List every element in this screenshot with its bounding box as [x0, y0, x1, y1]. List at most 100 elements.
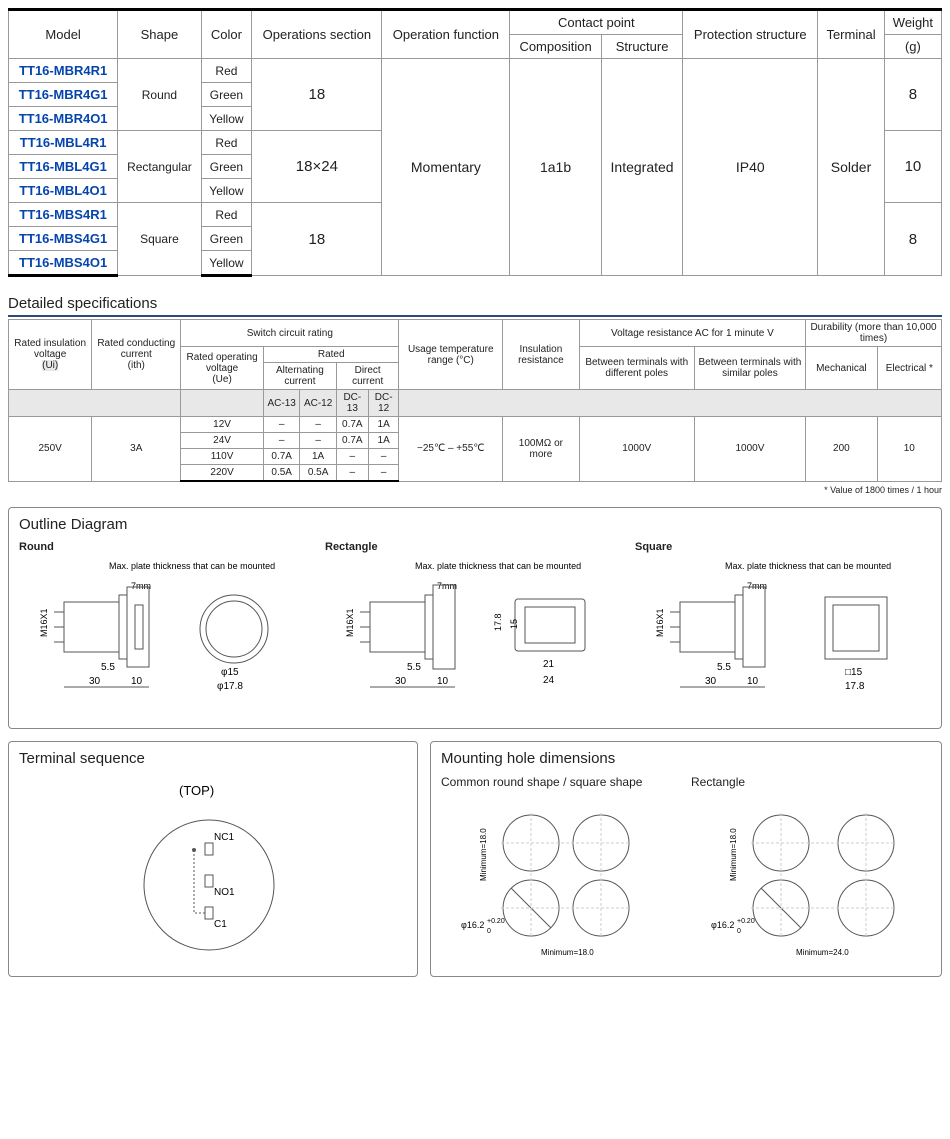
- svg-text:+0.20: +0.20: [487, 918, 505, 925]
- svg-text:□15: □15: [845, 667, 863, 678]
- svg-text:30: 30: [395, 676, 407, 687]
- cell-temp: −25℃ – +55℃: [399, 417, 503, 482]
- cell-op-function: Momentary: [382, 59, 510, 276]
- model-link[interactable]: TT16-MBL4R1: [20, 135, 107, 150]
- cell-ue: 12V: [181, 417, 264, 433]
- outline-round: Round Max. plate thickness that can be m…: [19, 541, 315, 720]
- svg-text:(TOP): (TOP): [179, 783, 214, 798]
- hdr-contact-point: Contact point: [510, 10, 683, 35]
- terminal-sequence-panel: Terminal sequence (TOP) NC1 NO1 C1: [8, 741, 418, 977]
- outline-rectangle: Rectangle Max. plate thickness that can …: [325, 541, 625, 720]
- hdr-dc12: DC-12: [368, 390, 399, 417]
- svg-text:M16X1: M16X1: [655, 608, 665, 637]
- svg-text:7mm: 7mm: [131, 581, 151, 591]
- outline-diagram-panel: Outline Diagram Round Max. plate thickne…: [8, 507, 942, 729]
- model-link[interactable]: TT16-MBL4G1: [19, 159, 106, 174]
- hdr-elec: Electrical *: [877, 347, 941, 390]
- cell-color: Green: [201, 155, 252, 179]
- terminal-title: Terminal sequence: [19, 750, 407, 767]
- svg-text:15: 15: [509, 619, 519, 629]
- hdr-ac12: AC-12: [300, 390, 336, 417]
- hdr-ui: Rated insulation voltage(Ui): [9, 320, 92, 390]
- svg-text:Minimum=18.0: Minimum=18.0: [541, 948, 594, 957]
- svg-text:5.5: 5.5: [407, 662, 421, 673]
- svg-text:17.8: 17.8: [845, 681, 865, 692]
- hdr-structure: Structure: [601, 35, 683, 59]
- svg-text:5.5: 5.5: [717, 662, 731, 673]
- svg-text:M16X1: M16X1: [39, 608, 49, 637]
- hdr-protection: Protection structure: [683, 10, 818, 59]
- hdr-mech: Mechanical: [806, 347, 878, 390]
- cell-terminal: Solder: [818, 59, 885, 276]
- svg-text:φ15: φ15: [221, 667, 239, 678]
- cell-weight: 10: [884, 131, 941, 203]
- cell-composition: 1a1b: [510, 59, 601, 276]
- hdr-color: Color: [201, 10, 252, 59]
- svg-text:Max. plate thickness that can: Max. plate thickness that can be mounted: [725, 561, 891, 571]
- cell-color: Yellow: [201, 107, 252, 131]
- svg-text:24: 24: [543, 675, 555, 686]
- hdr-sim-poles: Between terminals with similar poles: [694, 347, 805, 390]
- cell-color: Green: [201, 83, 252, 107]
- cell-ops: 18: [252, 203, 382, 276]
- svg-text:φ16.2: φ16.2: [461, 920, 484, 930]
- hdr-ops-section: Operations section: [252, 10, 382, 59]
- svg-text:NO1: NO1: [214, 887, 235, 898]
- hdr-ac13: AC-13: [263, 390, 299, 417]
- hdr-insul: Insulation resistance: [503, 320, 580, 390]
- svg-text:0: 0: [487, 928, 491, 935]
- svg-text:5.5: 5.5: [101, 662, 115, 673]
- cell-color: Red: [201, 131, 252, 155]
- hdr-terminal: Terminal: [818, 10, 885, 59]
- cell-shape: Rectangular: [118, 131, 201, 203]
- hdr-ith: Rated conducting current(ith): [92, 320, 181, 390]
- model-link[interactable]: TT16-MBS4G1: [19, 231, 107, 246]
- svg-text:7mm: 7mm: [747, 581, 767, 591]
- hdr-durability: Durability (more than 10,000 times): [806, 320, 942, 347]
- svg-text:+0.20: +0.20: [737, 918, 755, 925]
- svg-text:Minimum=24.0: Minimum=24.0: [796, 948, 849, 957]
- mounting-title: Mounting hole dimensions: [441, 750, 931, 767]
- svg-text:Minimum=18.0: Minimum=18.0: [479, 828, 488, 881]
- model-link[interactable]: TT16-MBR4G1: [19, 87, 108, 102]
- svg-text:7mm: 7mm: [437, 581, 457, 591]
- outline-square: Square Max. plate thickness that can be …: [635, 541, 931, 720]
- cell-ui: 250V: [9, 417, 92, 482]
- hdr-model: Model: [9, 10, 118, 59]
- svg-text:φ17.8: φ17.8: [217, 681, 243, 692]
- hdr-weight: Weight: [884, 10, 941, 35]
- cell-elec: 10: [877, 417, 941, 482]
- hdr-weight-unit: (g): [884, 35, 941, 59]
- terminal-drawing: (TOP) NC1 NO1 C1: [19, 775, 399, 965]
- mounting-panel: Mounting hole dimensions Common round sh…: [430, 741, 942, 977]
- svg-text:C1: C1: [214, 919, 227, 930]
- svg-text:0: 0: [737, 928, 741, 935]
- svg-text:10: 10: [747, 676, 759, 687]
- model-link[interactable]: TT16-MBL4O1: [19, 183, 106, 198]
- cell-ops: 18: [252, 59, 382, 131]
- model-link[interactable]: TT16-MBS4R1: [19, 207, 106, 222]
- model-link[interactable]: TT16-MBR4O1: [19, 111, 108, 126]
- model-link[interactable]: TT16-MBR4R1: [19, 63, 107, 78]
- cell-sim: 1000V: [694, 417, 805, 482]
- cell-color: Yellow: [201, 251, 252, 276]
- spec-table: Rated insulation voltage(Ui) Rated condu…: [8, 319, 942, 482]
- cell-color: Red: [201, 203, 252, 227]
- footnote: * Value of 1800 times / 1 hour: [8, 485, 942, 495]
- hdr-dc13: DC-13: [336, 390, 368, 417]
- rect-drawing: Max. plate thickness that can be mounted…: [325, 557, 625, 717]
- svg-text:10: 10: [131, 676, 143, 687]
- cell-protection: IP40: [683, 59, 818, 276]
- model-link[interactable]: TT16-MBS4O1: [19, 255, 107, 270]
- svg-text:21: 21: [543, 659, 555, 670]
- svg-text:φ16.2: φ16.2: [711, 920, 734, 930]
- hdr-dc: Direct current: [336, 363, 399, 390]
- detailed-specs-title: Detailed specifications: [8, 295, 942, 317]
- cell-weight: 8: [884, 59, 941, 131]
- svg-text:10: 10: [437, 676, 449, 687]
- cell-color: Yellow: [201, 179, 252, 203]
- hdr-switch-rating: Switch circuit rating: [181, 320, 399, 347]
- cell-weight: 8: [884, 203, 941, 276]
- svg-text:Max. plate thickness that can: Max. plate thickness that can be mounted: [415, 561, 581, 571]
- outline-title: Outline Diagram: [19, 516, 931, 533]
